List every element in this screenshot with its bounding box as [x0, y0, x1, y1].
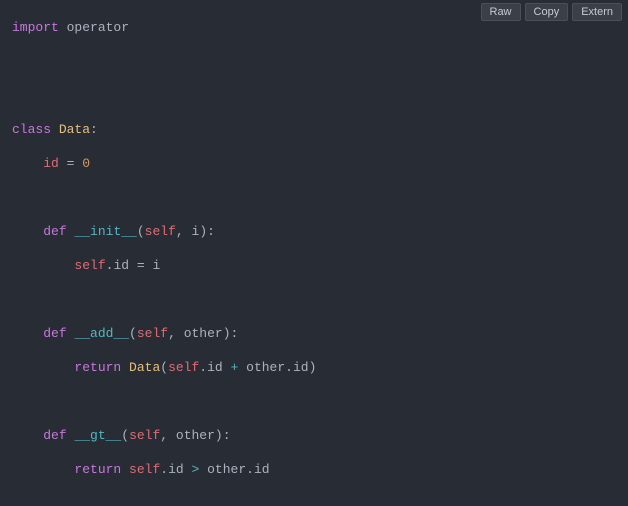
num-zero: 0 [82, 156, 90, 171]
self-ref: self [74, 258, 105, 273]
attr-id: id [43, 156, 59, 171]
method-add: __add__ [74, 326, 129, 341]
assign-op: = [67, 156, 75, 171]
raw-button[interactable]: Raw [481, 3, 521, 21]
copy-button[interactable]: Copy [525, 3, 569, 21]
method-gt: __gt__ [74, 428, 121, 443]
param-self: self [145, 224, 176, 239]
param-other: other [184, 326, 223, 341]
attr-id: id [113, 258, 129, 273]
method-init: __init__ [74, 224, 136, 239]
keyword-import: import [12, 20, 59, 35]
class-name-data: Data [59, 122, 90, 137]
code-toolbar: Raw Copy Extern [481, 3, 623, 21]
keyword-def: def [43, 428, 66, 443]
keyword-def: def [43, 224, 66, 239]
class-ref-data: Data [129, 360, 160, 375]
keyword-class: class [12, 122, 51, 137]
keyword-def: def [43, 326, 66, 341]
module-operator: operator [67, 20, 129, 35]
code-view[interactable]: import operator class Data: id = 0 def _… [0, 0, 628, 506]
current-line-highlight [0, 393, 628, 410]
keyword-return: return [74, 360, 121, 375]
colon: : [90, 122, 98, 137]
op-gt: > [192, 462, 200, 477]
var-i: i [153, 258, 161, 273]
extern-button[interactable]: Extern [572, 3, 622, 21]
op-plus: + [231, 360, 239, 375]
